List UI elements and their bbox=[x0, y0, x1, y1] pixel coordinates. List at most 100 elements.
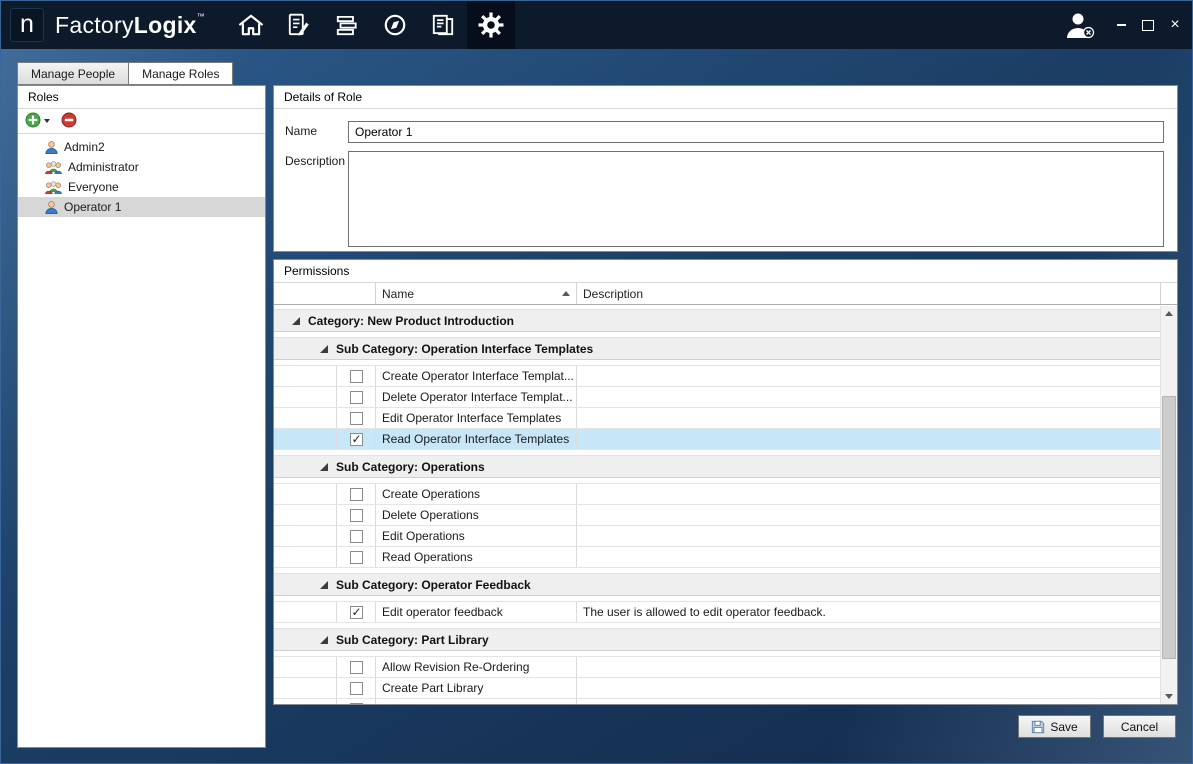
collapse-triangle-icon[interactable] bbox=[320, 636, 328, 644]
details-panel: Details of Role Name Description bbox=[273, 85, 1178, 252]
permission-row[interactable]: Create Part Library bbox=[274, 678, 1160, 699]
permission-checkbox[interactable] bbox=[350, 433, 363, 446]
collapse-triangle-icon[interactable] bbox=[292, 317, 300, 325]
name-input[interactable] bbox=[348, 121, 1164, 143]
close-button[interactable] bbox=[1168, 17, 1182, 33]
tab-manage-roles[interactable]: Manage Roles bbox=[129, 62, 233, 85]
materials-icon[interactable] bbox=[323, 1, 371, 49]
description-input[interactable] bbox=[348, 151, 1164, 247]
home-icon[interactable] bbox=[227, 1, 275, 49]
add-role-dropdown-icon[interactable] bbox=[44, 119, 50, 123]
save-button[interactable]: Save bbox=[1018, 715, 1091, 738]
window-controls bbox=[1114, 17, 1182, 33]
permission-row[interactable]: Create Operations bbox=[274, 483, 1160, 505]
permission-name-cell: Delete Part Library bbox=[376, 699, 577, 704]
scroll-down-icon[interactable] bbox=[1161, 689, 1177, 704]
role-label: Admin2 bbox=[64, 140, 105, 154]
subcategory-header-row[interactable]: Sub Category: Operator Feedback bbox=[274, 573, 1160, 596]
permission-name-cell: Read Operations bbox=[376, 547, 577, 567]
permission-checkbox[interactable] bbox=[350, 703, 363, 705]
row-indent bbox=[274, 408, 336, 428]
permission-checkbox[interactable] bbox=[350, 488, 363, 501]
roles-toolbar bbox=[18, 109, 265, 134]
permission-desc-cell bbox=[577, 429, 1160, 449]
subcategory-header-row[interactable]: Sub Category: Part Library bbox=[274, 628, 1160, 651]
permission-checkbox[interactable] bbox=[350, 530, 363, 543]
description-column-label: Description bbox=[583, 287, 643, 301]
brand-name: FactoryLogix™ bbox=[55, 12, 205, 39]
roles-panel-title: Roles bbox=[18, 86, 265, 109]
role-item[interactable]: Admin2 bbox=[18, 137, 265, 157]
permissions-scrollbar[interactable] bbox=[1160, 306, 1177, 704]
minimize-button[interactable] bbox=[1114, 17, 1128, 33]
permission-row[interactable]: Edit Operations bbox=[274, 526, 1160, 547]
row-indent bbox=[274, 678, 336, 698]
reports-icon[interactable] bbox=[419, 1, 467, 49]
checkbox-cell bbox=[336, 387, 376, 407]
permission-desc-cell bbox=[577, 678, 1160, 698]
permission-checkbox[interactable] bbox=[350, 509, 363, 522]
collapse-triangle-icon[interactable] bbox=[320, 463, 328, 471]
remove-role-button[interactable] bbox=[61, 112, 77, 131]
group-label: Sub Category: Operations bbox=[336, 460, 485, 474]
app-logo-icon: n bbox=[10, 8, 44, 42]
checkbox-cell bbox=[336, 484, 376, 504]
permission-checkbox[interactable] bbox=[350, 606, 363, 619]
permission-row[interactable]: Delete Part Library bbox=[274, 699, 1160, 704]
checkbox-cell bbox=[336, 657, 376, 677]
permission-row[interactable]: Edit operator feedbackThe user is allowe… bbox=[274, 601, 1160, 623]
permission-checkbox[interactable] bbox=[350, 391, 363, 404]
role-item[interactable]: Administrator bbox=[18, 157, 265, 177]
permission-row[interactable]: Allow Revision Re-Ordering bbox=[274, 656, 1160, 678]
brand-bold: Logix bbox=[134, 12, 197, 38]
settings-icon[interactable] bbox=[467, 1, 515, 49]
cancel-button[interactable]: Cancel bbox=[1103, 715, 1176, 738]
brand-regular: Factory bbox=[55, 12, 134, 38]
users-icon bbox=[45, 161, 62, 174]
maximize-button[interactable] bbox=[1141, 17, 1155, 33]
permission-name-cell: Delete Operator Interface Templat... bbox=[376, 387, 577, 407]
collapse-triangle-icon[interactable] bbox=[320, 581, 328, 589]
permission-row[interactable]: Delete Operations bbox=[274, 505, 1160, 526]
permission-desc-cell bbox=[577, 408, 1160, 428]
subcategory-header-row[interactable]: Sub Category: Operations bbox=[274, 455, 1160, 478]
collapse-triangle-icon[interactable] bbox=[320, 345, 328, 353]
roles-panel: Roles Admin2 AdministratorEveryoneOperato… bbox=[17, 85, 266, 748]
permission-checkbox[interactable] bbox=[350, 370, 363, 383]
permission-checkbox[interactable] bbox=[350, 412, 363, 425]
work-instructions-icon[interactable] bbox=[275, 1, 323, 49]
tab-manage-people[interactable]: Manage People bbox=[17, 62, 129, 85]
permission-desc-cell: The user is allowed to edit operator fee… bbox=[577, 602, 1160, 622]
permission-row[interactable]: Read Operator Interface Templates bbox=[274, 429, 1160, 450]
description-column-header[interactable]: Description bbox=[577, 283, 1161, 304]
details-form: Name Description bbox=[274, 109, 1177, 247]
scrollbar-thumb[interactable] bbox=[1162, 396, 1176, 659]
name-column-header[interactable]: Name bbox=[376, 283, 577, 304]
permission-row[interactable]: Read Operations bbox=[274, 547, 1160, 568]
save-icon bbox=[1031, 720, 1045, 734]
role-item[interactable]: Operator 1 bbox=[18, 197, 265, 217]
subcategory-header-row[interactable]: Sub Category: Operation Interface Templa… bbox=[274, 337, 1160, 360]
permission-checkbox[interactable] bbox=[350, 661, 363, 674]
permissions-body: Category: New Product Introduction Sub Ca… bbox=[274, 306, 1160, 704]
add-role-button[interactable] bbox=[25, 112, 50, 131]
permission-desc-cell bbox=[577, 387, 1160, 407]
permission-checkbox[interactable] bbox=[350, 551, 363, 564]
permission-row[interactable]: Create Operator Interface Templat... bbox=[274, 365, 1160, 387]
permission-name-cell: Create Operator Interface Templat... bbox=[376, 366, 577, 386]
row-indent bbox=[274, 387, 336, 407]
user-icon bbox=[45, 201, 58, 214]
permission-checkbox[interactable] bbox=[350, 682, 363, 695]
sort-ascending-icon bbox=[562, 291, 570, 296]
category-header-row[interactable]: Category: New Product Introduction bbox=[274, 309, 1160, 332]
user-status-icon[interactable] bbox=[1064, 11, 1096, 39]
production-icon[interactable] bbox=[371, 1, 419, 49]
checkbox-cell bbox=[336, 526, 376, 546]
row-indent bbox=[274, 547, 336, 567]
permission-row[interactable]: Edit Operator Interface Templates bbox=[274, 408, 1160, 429]
role-item[interactable]: Everyone bbox=[18, 177, 265, 197]
permission-row[interactable]: Delete Operator Interface Templat... bbox=[274, 387, 1160, 408]
scroll-up-icon[interactable] bbox=[1161, 306, 1177, 321]
footer-buttons: Save Cancel bbox=[1018, 715, 1176, 738]
checkbox-cell bbox=[336, 547, 376, 567]
